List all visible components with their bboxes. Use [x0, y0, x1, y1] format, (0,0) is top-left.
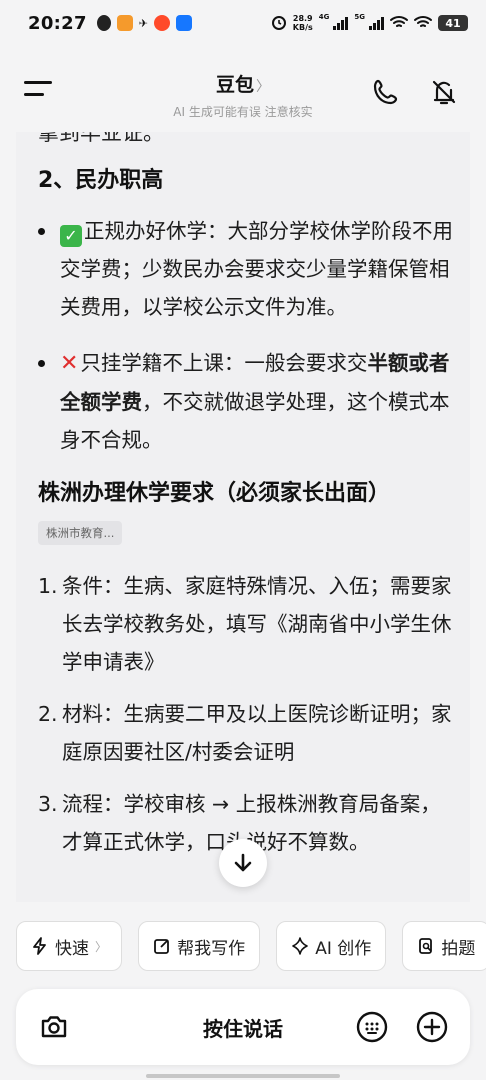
signal-2-icon — [369, 16, 384, 30]
source-citation-tag[interactable]: 株洲市教育... — [38, 521, 123, 545]
alipay-icon — [176, 15, 193, 31]
list-item: 1. 条件：生病、家庭特殊情况、入伍；需要家长去学校教务处，填写《湖南省中小学生休… — [38, 567, 458, 681]
quick-action-bar: 快速 〉 帮我写作 AI 创作 拍题 — [16, 921, 486, 971]
signal-1-icon — [333, 16, 349, 30]
chat-title[interactable]: 豆包 — [216, 70, 254, 97]
arrow-down-icon — [234, 853, 252, 872]
step-text: 材料：生病要二甲及以上医院诊断证明；家庭原因要社区/村委会证明 — [62, 702, 452, 764]
hold-to-talk-button[interactable]: 按住说话 — [166, 1013, 320, 1042]
bullet-list: ✓ 正规办好休学：大部分学校休学阶段不用交学费；少数民办会要求交少量学籍保管相关费… — [38, 212, 458, 459]
bullet-text: 只挂学籍不上课：一般会要求交 — [80, 351, 368, 375]
net-speed-unit: KB/s — [292, 23, 313, 32]
chip-label: 拍题 — [441, 938, 476, 959]
list-item: ✕只挂学籍不上课：一般会要求交半额或者全额学费，不交就做退学处理，这个模式本身不… — [38, 344, 458, 459]
scroll-to-bottom-button[interactable] — [219, 839, 267, 887]
step-number: 3. — [38, 792, 58, 816]
keyboard-icon[interactable] — [354, 1009, 390, 1045]
message-content: 拿到毕业证。 2、民办职高 ✓ 正规办好休学：大部分学校休学阶段不用交学费；少数民… — [38, 132, 458, 875]
ai-create-chip[interactable]: AI 创作 — [276, 921, 387, 971]
status-right: 28.9 KB/s 4G 5G 41 — [271, 13, 468, 33]
check-mark-icon: ✓ — [60, 225, 82, 247]
bullet-text: 正规办好休学：大部分学校休学阶段不用交学费；少数民办会要求交少量学籍保管相关费用… — [60, 219, 453, 319]
network-type-2: 5G — [354, 13, 365, 21]
chevron-right-icon: 〉 — [95, 939, 108, 954]
alarm-icon — [271, 14, 287, 33]
chip-label: 快速 — [55, 938, 89, 959]
photo-question-chip[interactable]: 拍题 — [402, 921, 486, 971]
net-speed-value: 28.9 — [292, 14, 313, 23]
ai-message-card: 拿到毕业证。 2、民办职高 ✓ 正规办好休学：大部分学校休学阶段不用交学费；少数民… — [16, 132, 470, 902]
help-write-chip[interactable]: 帮我写作 — [138, 921, 261, 971]
wifi-icon — [390, 15, 408, 32]
camera-icon[interactable] — [36, 1009, 72, 1045]
chip-label: 帮我写作 — [177, 938, 246, 959]
zhuzhou-heading: 株洲办理休学要求（必须家长出面） — [38, 481, 391, 506]
chat-title-row[interactable]: 豆包〉 — [216, 70, 270, 97]
notification-icons: ✈ — [96, 15, 193, 31]
input-bar: 按住说话 — [16, 989, 470, 1065]
airplane-icon: ✈ — [138, 16, 149, 30]
step-number: 1. — [38, 574, 58, 598]
steps-list: 1. 条件：生病、家庭特殊情况、入伍；需要家长去学校教务处，填写《湖南省中小学生休… — [38, 567, 458, 861]
list-item: 2. 材料：生病要二甲及以上医院诊断证明；家庭原因要社区/村委会证明 — [38, 695, 458, 771]
wifi-2-icon — [414, 15, 432, 32]
battery-icon: 41 — [438, 15, 468, 31]
app-notification-icon — [116, 15, 133, 31]
phone-icon[interactable] — [370, 76, 402, 108]
net-speed: 28.9 KB/s — [293, 14, 313, 32]
scan-icon — [419, 938, 433, 954]
chat-subtitle: AI 生成可能有误 注意核实 — [173, 105, 313, 119]
lightning-icon — [33, 937, 46, 955]
plus-icon[interactable] — [414, 1009, 450, 1045]
step-text: 条件：生病、家庭特殊情况、入伍；需要家长去学校教务处，填写《湖南省中小学生休学申… — [62, 574, 452, 674]
header-center: 豆包〉 AI 生成可能有误 注意核实 — [0, 70, 486, 120]
taobao-icon — [154, 15, 171, 31]
list-item: ✓ 正规办好休学：大部分学校休学阶段不用交学费；少数民办会要求交少量学籍保管相关费… — [38, 212, 458, 326]
chip-label: AI 创作 — [315, 938, 372, 959]
speaker-mute-icon[interactable] — [428, 76, 460, 108]
edit-icon — [154, 939, 170, 954]
network-type-1: 4G — [318, 13, 330, 21]
quick-mode-chip[interactable]: 快速 〉 — [16, 921, 123, 971]
step-number: 2. — [38, 702, 58, 726]
previous-text-fragment: 拿到毕业证。 — [38, 132, 164, 144]
chevron-right-icon: 〉 — [256, 79, 270, 95]
cross-mark-icon: ✕ — [60, 351, 79, 376]
home-indicator[interactable] — [146, 1074, 340, 1078]
status-bar: 20:27 ✈ 28.9 KB/s 4G 5G 41 — [0, 0, 486, 46]
sparkle-icon — [292, 937, 309, 955]
section-heading: 2、民办职高 — [38, 168, 164, 193]
qq-icon — [96, 15, 111, 31]
chat-header: 豆包〉 AI 生成可能有误 注意核实 — [0, 46, 486, 132]
status-time: 20:27 — [28, 12, 87, 34]
